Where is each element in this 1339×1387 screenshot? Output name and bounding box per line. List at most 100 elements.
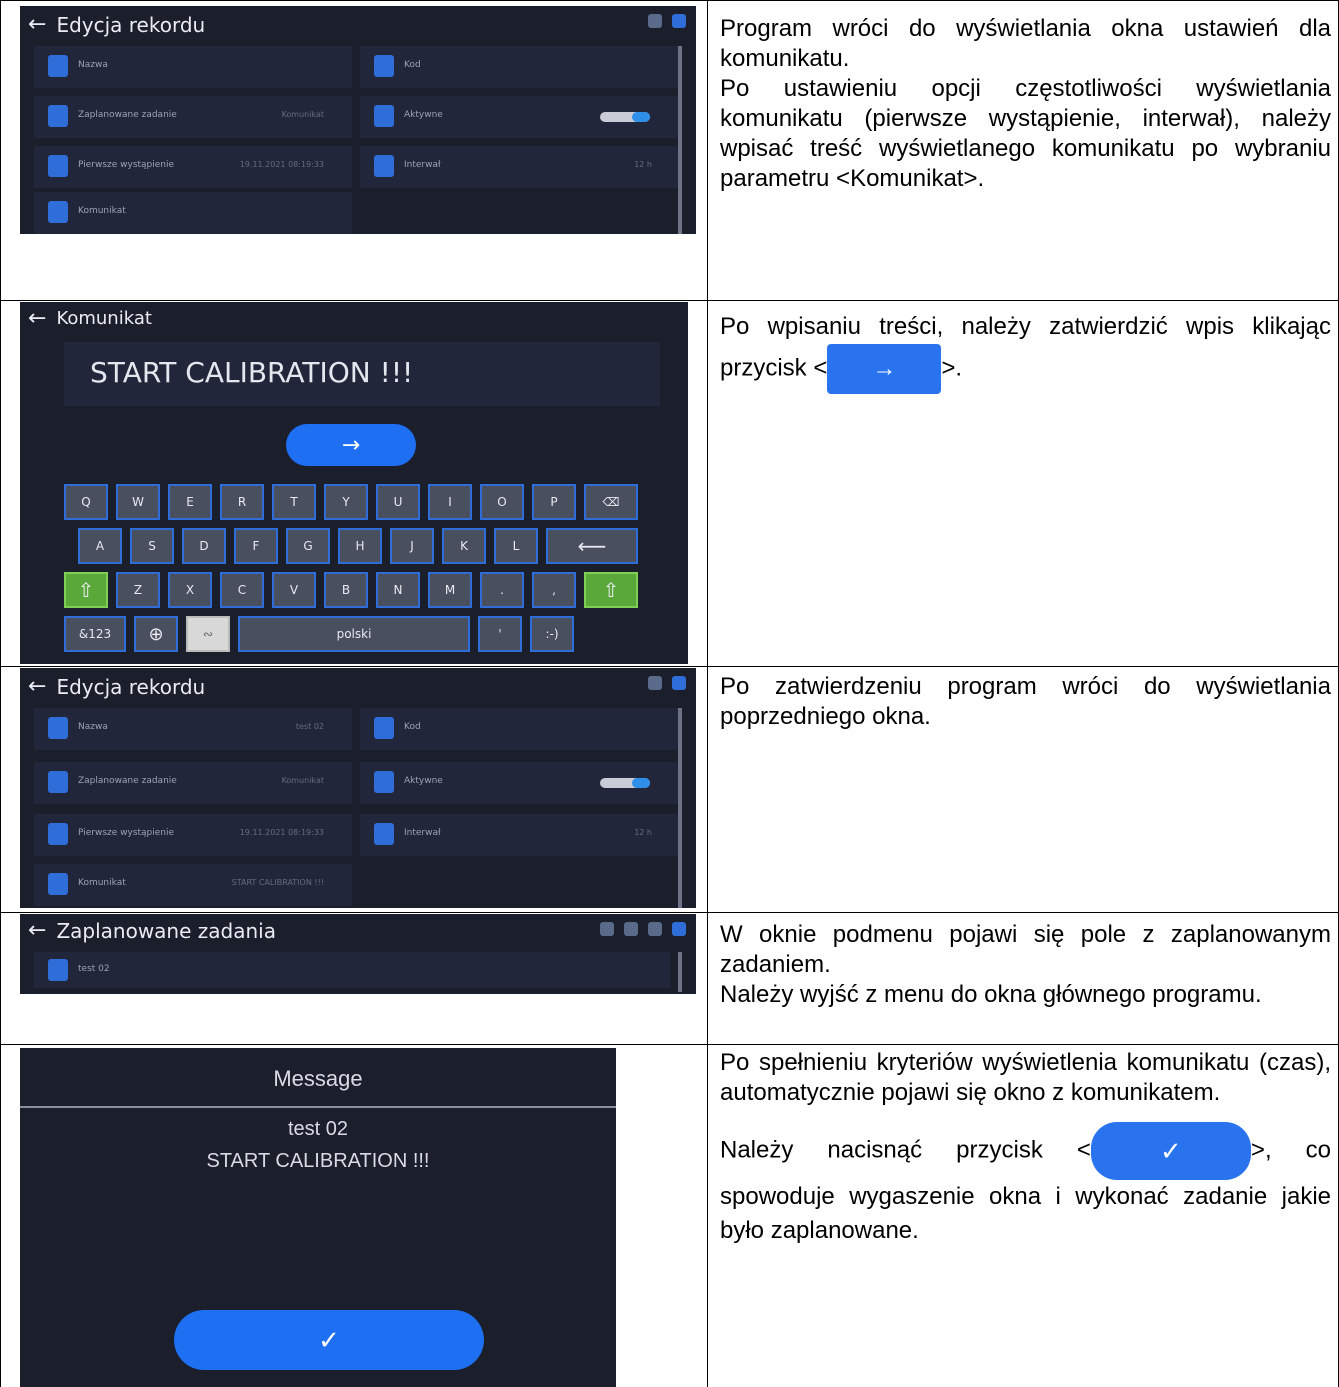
back-arrow-icon[interactable]: ← (28, 12, 46, 37)
import-icon[interactable] (600, 922, 614, 936)
description-4: W oknie podmenu pojawi się pole z zaplan… (720, 921, 1331, 1008)
exit-icon[interactable] (672, 922, 686, 936)
tile-scheduled-task[interactable]: Zaplanowane zadanie Komunikat (34, 762, 352, 804)
inline-check-button: ✓ (1090, 1122, 1251, 1180)
key-l[interactable]: L (494, 528, 538, 564)
clock-icon (374, 823, 394, 845)
tile-nazwa[interactable]: Nazwa test 02 (34, 708, 352, 750)
screenshot-message-window: Message test 02 START CALIBRATION !!! ✓ (20, 1048, 616, 1387)
enter-icon: ⟵ (577, 534, 607, 558)
tile-active[interactable]: Aktywne (360, 762, 680, 804)
tile-scheduled-task[interactable]: Zaplanowane zadanie Komunikat (34, 96, 352, 138)
smiley-key[interactable]: :-) (530, 616, 574, 652)
exit-icon[interactable] (672, 14, 686, 28)
calendar-clock-icon (48, 823, 68, 845)
key-f[interactable]: F (234, 528, 278, 564)
task-item[interactable]: test 02 (34, 952, 670, 988)
row-5: Message test 02 START CALIBRATION !!! ✓ … (0, 1044, 1339, 1387)
key-n[interactable]: N (376, 572, 420, 608)
key-x[interactable]: X (168, 572, 212, 608)
document-icon (374, 105, 394, 127)
back-arrow-icon[interactable]: ← (28, 674, 46, 699)
key-r[interactable]: R (220, 484, 264, 520)
key-u[interactable]: U (376, 484, 420, 520)
key-s[interactable]: S (130, 528, 174, 564)
language-key[interactable]: ⊕ (134, 616, 178, 652)
key-a[interactable]: A (78, 528, 122, 564)
exit-icon[interactable] (672, 676, 686, 690)
scrollbar[interactable] (678, 708, 682, 908)
apostrophe-key[interactable]: ' (478, 616, 522, 652)
key-h[interactable]: H (338, 528, 382, 564)
backspace-key[interactable]: ⌫ (584, 484, 638, 520)
screen-title: Edycja rekordu (56, 674, 206, 699)
clock-icon (374, 155, 394, 177)
scrollbar[interactable] (678, 46, 682, 234)
key-v[interactable]: V (272, 572, 316, 608)
header-icons (600, 922, 686, 936)
key-m[interactable]: M (428, 572, 472, 608)
message-icon (48, 201, 68, 223)
tile-first-occurrence[interactable]: Pierwsze wystąpienie 19.11.2021 08:19:33 (34, 814, 352, 856)
key-period[interactable]: . (480, 572, 524, 608)
tile-message[interactable]: Komunikat START CALIBRATION !!! (34, 864, 352, 906)
save-icon[interactable] (648, 676, 662, 690)
key-w[interactable]: W (116, 484, 160, 520)
enter-key[interactable]: ⟵ (546, 528, 638, 564)
key-comma[interactable]: , (532, 572, 576, 608)
header: ← Edycja rekordu (28, 674, 205, 699)
scrollbar[interactable] (678, 952, 682, 992)
tile-interval[interactable]: Interwał 12 h (360, 146, 680, 188)
key-b[interactable]: B (324, 572, 368, 608)
back-arrow-icon[interactable]: ← (28, 306, 46, 331)
export-icon[interactable] (624, 922, 638, 936)
key-p[interactable]: P (532, 484, 576, 520)
space-key[interactable]: polski (238, 616, 470, 652)
key-e[interactable]: E (168, 484, 212, 520)
symbols-key[interactable]: &123 (64, 616, 126, 652)
key-d[interactable]: D (182, 528, 226, 564)
key-i[interactable]: I (428, 484, 472, 520)
handwriting-key[interactable]: ∾ (186, 616, 230, 652)
tile-first-occurrence[interactable]: Pierwsze wystąpienie 19.11.2021 08:19:33 (34, 146, 352, 188)
tile-interval[interactable]: Interwał 12 h (360, 814, 680, 856)
screen-title: Edycja rekordu (56, 12, 206, 37)
key-k[interactable]: K (442, 528, 486, 564)
message-input[interactable]: START CALIBRATION !!! (64, 342, 660, 406)
shift-key-left[interactable]: ⇧ (64, 572, 108, 608)
check-icon: ✓ (1160, 1136, 1182, 1166)
tile-kod[interactable]: Kod (360, 46, 680, 88)
tile-active[interactable]: Aktywne (360, 96, 680, 138)
arrow-right-icon: → (872, 355, 897, 382)
active-toggle[interactable] (600, 778, 650, 788)
header-icons (648, 676, 686, 690)
handwriting-icon: ∾ (202, 627, 214, 641)
description-2: Po wpisaniu treści, należy zatwierdzić w… (720, 310, 1331, 394)
key-c[interactable]: C (220, 572, 264, 608)
key-z[interactable]: Z (116, 572, 160, 608)
key-q[interactable]: Q (64, 484, 108, 520)
key-t[interactable]: T (272, 484, 316, 520)
row-3: ← Edycja rekordu Nazwa test 02 Kod Zaplan… (0, 666, 1339, 913)
shift-key-right[interactable]: ⇧ (584, 572, 638, 608)
tile-message[interactable]: Komunikat (34, 192, 352, 234)
confirm-button[interactable]: → (286, 424, 416, 466)
row-1: ← Edycja rekordu Nazwa Kod Zaplanowane z… (0, 0, 1339, 301)
key-g[interactable]: G (286, 528, 330, 564)
calendar-clock-icon (48, 155, 68, 177)
ok-button[interactable]: ✓ (174, 1310, 484, 1370)
tile-nazwa[interactable]: Nazwa (34, 46, 352, 88)
shift-icon: ⇧ (77, 578, 95, 602)
description-1: Program wróci do wyświetlania okna ustaw… (720, 15, 1331, 192)
tile-kod[interactable]: Kod (360, 708, 680, 750)
save-icon[interactable] (648, 14, 662, 28)
message-icon (48, 873, 68, 895)
add-icon[interactable] (648, 922, 662, 936)
key-j[interactable]: J (390, 528, 434, 564)
screenshot-edit-record-updated: ← Edycja rekordu Nazwa test 02 Kod Zaplan… (20, 668, 696, 908)
back-arrow-icon[interactable]: ← (28, 918, 46, 943)
active-toggle[interactable] (600, 112, 650, 122)
key-o[interactable]: O (480, 484, 524, 520)
key-y[interactable]: Y (324, 484, 368, 520)
screen-title: Komunikat (56, 308, 152, 329)
